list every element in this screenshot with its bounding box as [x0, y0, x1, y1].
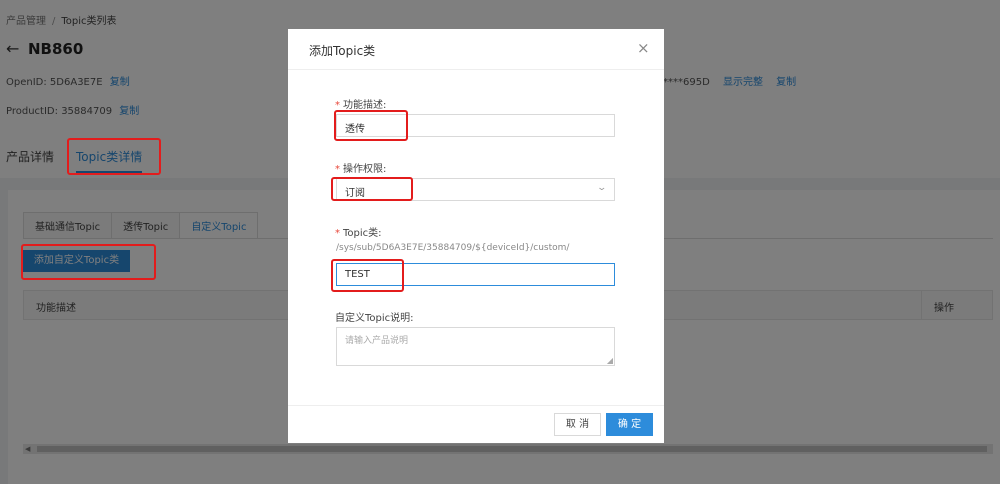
- highlight-topic-input: [331, 259, 404, 292]
- confirm-button[interactable]: 确 定: [606, 413, 653, 436]
- dialog-header-divider: [288, 69, 664, 70]
- dialog-title: 添加Topic类: [309, 44, 376, 58]
- permission-label: * 操作权限:: [335, 160, 386, 175]
- required-mark: *: [335, 164, 340, 175]
- desc-label: 自定义Topic说明:: [335, 313, 414, 324]
- topic-label: * Topic类:: [335, 224, 382, 239]
- dialog-footer-divider: [288, 405, 664, 406]
- topic-prefix-path: /sys/sub/5D6A3E7E/35884709/${deviceId}/c…: [336, 243, 570, 253]
- permission-label-text: 操作权限:: [343, 164, 387, 175]
- highlight-topic-details-tab: [67, 138, 161, 175]
- highlight-add-button: [21, 244, 156, 280]
- topic-label-text: Topic类:: [343, 228, 382, 239]
- desc-textarea[interactable]: 请输入产品说明 ◢: [336, 327, 615, 366]
- desc-placeholder: 请输入产品说明: [345, 336, 409, 346]
- chevron-down-icon: ⌄: [596, 183, 608, 193]
- func-desc-label: * 功能描述:: [335, 96, 386, 111]
- resize-grip-icon[interactable]: ◢: [607, 356, 613, 365]
- cancel-button[interactable]: 取 消: [554, 413, 601, 436]
- add-topic-dialog: 添加Topic类 × * 功能描述: 透传 * 操作权限: 订阅 ⌄ * Topic类…: [288, 29, 664, 443]
- close-icon[interactable]: ×: [637, 39, 650, 57]
- highlight-permission-select: [331, 177, 413, 201]
- highlight-func-desc-input: [334, 110, 408, 141]
- required-mark: *: [335, 228, 340, 239]
